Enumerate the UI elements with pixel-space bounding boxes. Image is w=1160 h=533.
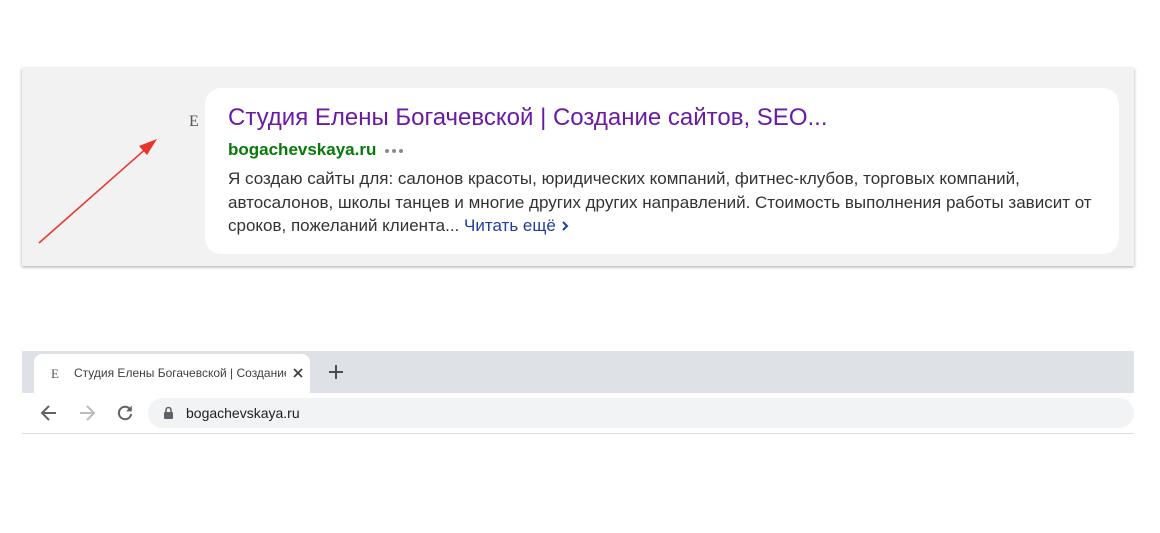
back-icon[interactable] [40,404,58,422]
plus-icon[interactable] [328,364,344,380]
address-bar[interactable]: bogachevskaya.ru [148,398,1134,428]
annotation-arrow [38,139,157,244]
browser-toolbar: bogachevskaya.ru [22,393,1134,434]
result-url-link[interactable]: bogachevskaya.ru [228,140,376,160]
chevron-right-icon [562,221,569,231]
result-title-link[interactable]: Студия Елены Богачевской | Создание сайт… [228,104,827,132]
lock-icon[interactable] [163,406,174,420]
result-snippet: Я создаю сайты для: салонов красоты, юри… [228,167,1108,238]
more-options-icon[interactable] [385,149,404,153]
search-result-panel: E Студия Елены Богачевской | Создание са… [22,68,1134,266]
read-more-link[interactable]: Читать ещё [464,216,570,235]
tab-favicon: E [51,366,59,381]
close-icon[interactable] [292,367,304,379]
forward-icon[interactable] [78,404,96,422]
snippet-text: Я создаю сайты для: салонов красоты, юри… [228,169,1092,235]
reload-icon[interactable] [116,404,134,422]
browser-tab-strip: E Студия Елены Богачевской | Создание са… [22,351,1134,393]
tab-title: Студия Елены Богачевской | Создание сайт… [74,366,286,380]
read-more-label: Читать ещё [464,216,556,235]
address-text: bogachevskaya.ru [186,405,300,421]
site-favicon[interactable]: E [189,113,199,131]
browser-tab[interactable]: E Студия Елены Богачевской | Создание са… [34,354,310,393]
result-url-row: bogachevskaya.ru [228,140,404,160]
search-result-card: Студия Елены Богачевской | Создание сайт… [205,88,1119,254]
